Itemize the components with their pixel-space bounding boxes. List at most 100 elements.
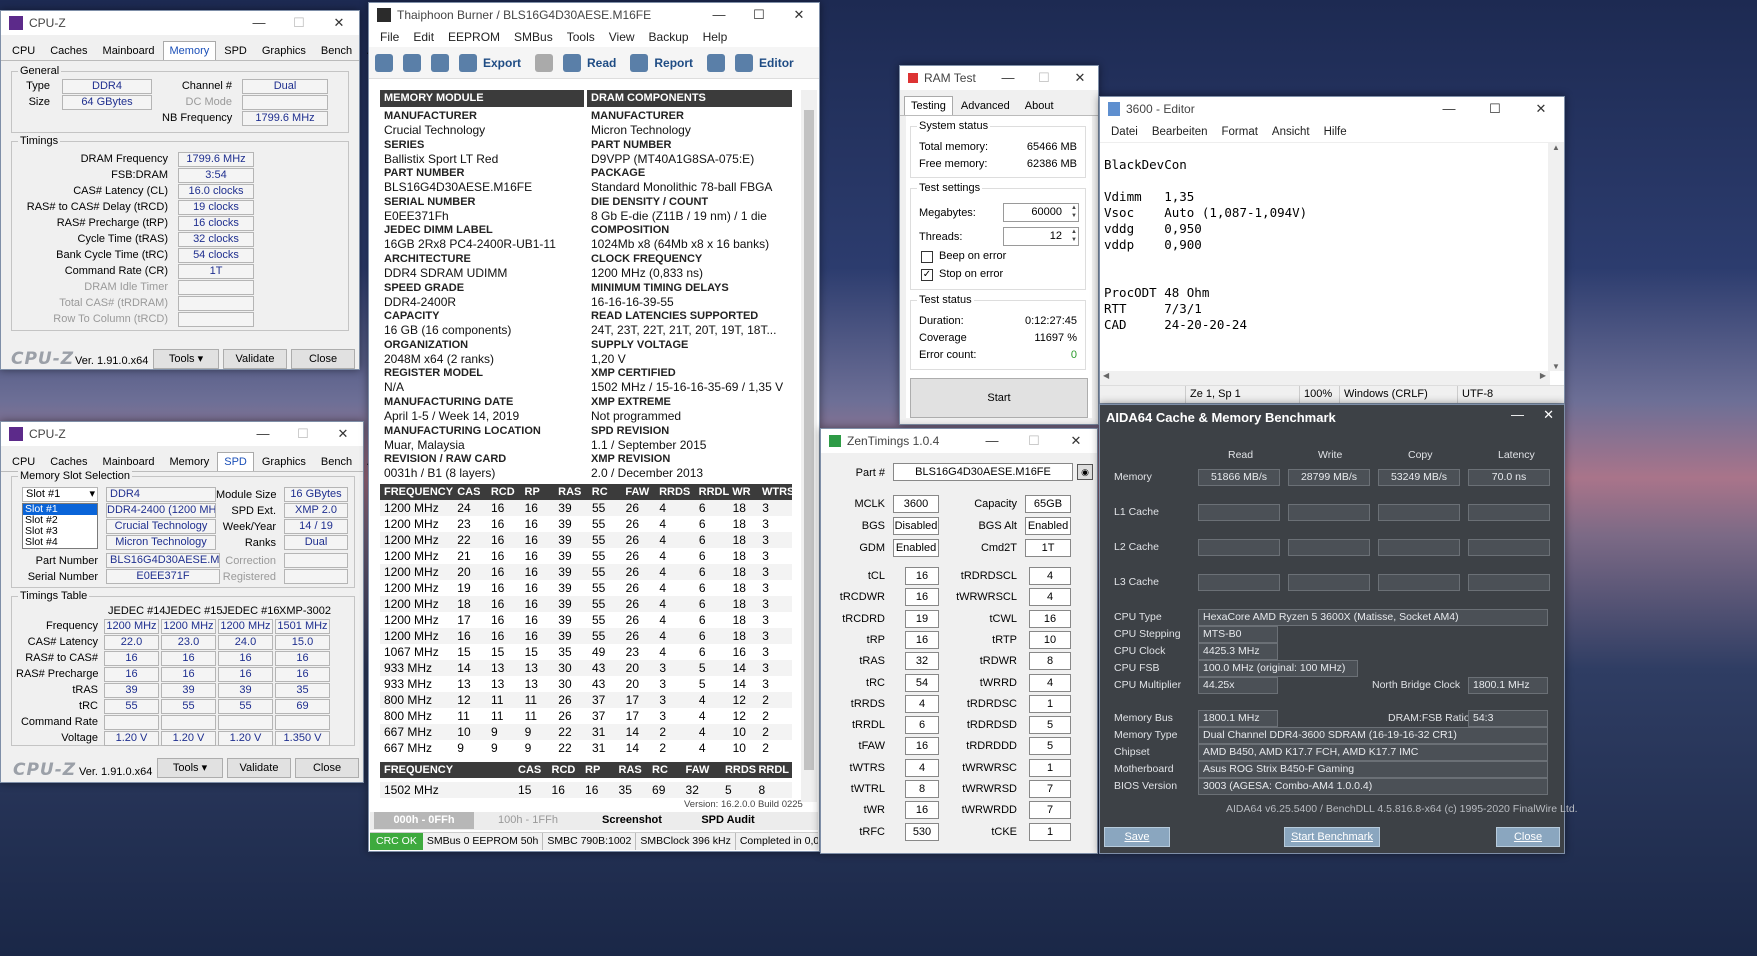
minimize-button[interactable]: — (239, 11, 279, 35)
timings-cell: 15.0 (275, 635, 330, 650)
start-button[interactable]: Start (910, 378, 1088, 418)
tab-cpu[interactable]: CPU (5, 452, 42, 471)
tab-graphics[interactable]: Graphics (255, 452, 313, 471)
tab-about[interactable]: About (1018, 96, 1061, 115)
zen-value: 1 (1029, 822, 1071, 841)
minimize-button[interactable]: — (699, 3, 739, 27)
tools-button[interactable]: Tools ▾ (153, 349, 219, 369)
menu-datei[interactable]: Datei (1104, 126, 1145, 138)
tab-spd[interactable]: SPD (217, 452, 254, 471)
tab-caches[interactable]: Caches (43, 452, 94, 471)
tools-button[interactable]: Tools ▾ (157, 758, 223, 778)
table-cell: 26 (625, 501, 639, 515)
menu-edit[interactable]: Edit (406, 30, 441, 44)
bench-row-label: L1 Cache (1114, 506, 1159, 518)
table-cell: 4 (698, 709, 706, 723)
maximize-button[interactable]: ☐ (739, 3, 779, 27)
menu-ansicht[interactable]: Ansicht (1265, 126, 1317, 138)
settings-icon[interactable] (375, 53, 393, 72)
table-cell: CAS (518, 764, 542, 776)
export-button[interactable]: Export (459, 53, 521, 72)
text-area[interactable]: BlackDevCon Vdimm 1,35 Vsoc Auto (1,087-… (1104, 157, 1307, 333)
maximize-button[interactable]: ☐ (279, 11, 319, 35)
tab-mainboard[interactable]: Mainboard (96, 452, 162, 471)
tab-graphics[interactable]: Graphics (255, 41, 313, 60)
validate-button[interactable]: Validate (223, 349, 287, 369)
report-button[interactable]: Report (630, 53, 693, 72)
close-button[interactable]: ✕ (1543, 407, 1554, 423)
close-button-bottom[interactable]: Close (291, 349, 355, 369)
table-row: 1200 MHz 24 16 16 39 55 26 4 6 18 3 (380, 500, 792, 516)
horizontal-scrollbar[interactable]: ◀ ▶ (1100, 371, 1550, 385)
tab-spd[interactable]: SPD (217, 41, 254, 60)
tab-advanced[interactable]: Advanced (954, 96, 1017, 115)
minimize-button[interactable]: — (1426, 97, 1472, 121)
close-button[interactable]: ✕ (323, 422, 363, 446)
open-icon[interactable] (403, 53, 421, 72)
vertical-scrollbar[interactable]: ▲ ▼ (1548, 143, 1564, 371)
tab-bench[interactable]: Bench (314, 452, 359, 471)
tab-caches[interactable]: Caches (43, 41, 94, 60)
close-button[interactable]: ✕ (779, 3, 819, 27)
xmp-table: FREQUENCY CAS RCD RP RAS RC FAW RRDS RRDL 1502 MH… (380, 762, 792, 798)
save-button[interactable]: Save (1104, 827, 1170, 847)
threads-input[interactable]: 12 (1003, 227, 1079, 246)
tab-bench[interactable]: Bench (314, 41, 359, 60)
cpu-type-label: CPU Type (1114, 611, 1162, 623)
read-button[interactable]: Read (563, 53, 616, 72)
minimize-button[interactable]: — (990, 66, 1026, 90)
type-value: DDR4 (62, 79, 152, 94)
tab-cpu[interactable]: CPU (5, 41, 42, 60)
start-benchmark-button[interactable]: Start Benchmark (1284, 827, 1380, 847)
megabytes-input[interactable]: 60000 (1003, 203, 1079, 222)
menu-file[interactable]: File (373, 30, 406, 44)
menu-format[interactable]: Format (1214, 126, 1264, 138)
tab-testing[interactable]: Testing (904, 96, 953, 115)
table-cell: 1200 MHz (384, 613, 439, 627)
table-cell: 18 (732, 581, 746, 595)
minimize-button[interactable]: — (1511, 407, 1524, 422)
lock-icon[interactable] (535, 53, 554, 72)
validate-button[interactable]: Validate (227, 758, 291, 778)
close-button[interactable]: ✕ (319, 11, 359, 35)
minimize-button[interactable]: — (243, 422, 283, 446)
menu-backup[interactable]: Backup (642, 30, 696, 44)
menu-smbus[interactable]: SMBus (507, 30, 560, 44)
table-cell: RRDS (659, 486, 691, 498)
wrench-icon[interactable] (707, 53, 726, 72)
editor-button[interactable]: Editor (735, 53, 794, 72)
menu-help[interactable]: Help (696, 30, 735, 44)
maximize-button[interactable]: ☐ (1472, 97, 1518, 121)
close-button-bottom[interactable]: Close (1496, 827, 1560, 847)
ramtest-window: RAM Test — ☐ ✕ Testing Advanced About Syst… (899, 65, 1099, 425)
table-cell: 15 (524, 645, 538, 659)
menu-eeprom[interactable]: EEPROM (441, 30, 507, 44)
tab-100h[interactable]: 100h - 1FFh (478, 812, 578, 829)
close-button[interactable]: ✕ (1518, 97, 1564, 121)
tab-mainboard[interactable]: Mainboard (96, 41, 162, 60)
maximize-button[interactable]: ☐ (1013, 429, 1055, 453)
screenshot-icon[interactable]: ◉ (1077, 464, 1093, 480)
slot-option[interactable]: Slot #4 (23, 537, 97, 548)
minimize-button[interactable]: — (971, 429, 1013, 453)
tab-000h[interactable]: 000h - 0FFh (374, 812, 474, 829)
maximize-button[interactable]: ☐ (1026, 66, 1062, 90)
close-button-bottom[interactable]: Close (295, 758, 359, 778)
table-cell: 39 (558, 533, 572, 547)
close-button[interactable]: ✕ (1055, 429, 1097, 453)
maximize-button[interactable]: ☐ (283, 422, 323, 446)
menu-view[interactable]: View (602, 30, 642, 44)
vertical-scrollbar[interactable] (801, 90, 817, 802)
tab-spd-audit[interactable]: SPD Audit (678, 812, 778, 829)
tab-memory[interactable]: Memory (163, 452, 217, 471)
menu-bearbeiten[interactable]: Bearbeiten (1145, 126, 1215, 138)
menu-tools[interactable]: Tools (560, 30, 602, 44)
tab-screenshot[interactable]: Screenshot (582, 812, 682, 829)
menu-hilfe[interactable]: Hilfe (1317, 126, 1354, 138)
stop-on-error-checkbox[interactable]: ✓ (921, 269, 933, 281)
save-icon[interactable] (431, 53, 449, 72)
beep-on-error-checkbox[interactable] (921, 251, 933, 263)
close-button[interactable]: ✕ (1062, 66, 1098, 90)
tab-memory[interactable]: Memory (162, 41, 217, 60)
slot-select[interactable]: Slot #1 ▾ (22, 487, 98, 502)
